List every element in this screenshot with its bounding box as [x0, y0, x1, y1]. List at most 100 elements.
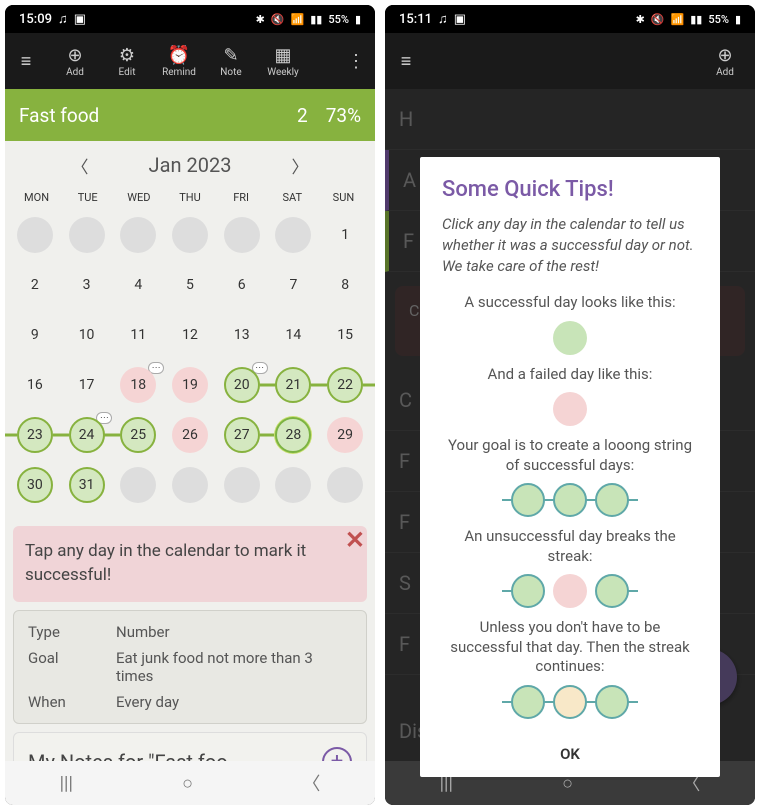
calendar-day: [114, 214, 162, 256]
add-button[interactable]: ⊕ Add: [51, 45, 99, 78]
calendar-day: [270, 464, 318, 506]
status-bar: 15:09 ♫ ▣ ✱ 🔇 📶 ▮▮ 55% ▮: [5, 5, 375, 33]
weekly-button[interactable]: ▦ Weekly: [259, 45, 307, 78]
weekday-label: MON: [11, 191, 62, 204]
toolbar-label: Weekly: [267, 67, 299, 78]
modal-title: Some Quick Tips!: [442, 177, 698, 202]
success-dot-icon: [511, 574, 545, 608]
modal-text: Unless you don't have to be successful t…: [442, 618, 698, 677]
remind-button[interactable]: ⏰ Remind: [155, 45, 203, 78]
close-icon[interactable]: ✕: [345, 524, 365, 558]
notes-card[interactable]: My Notes for "Fast foo... +: [13, 732, 367, 761]
add-button[interactable]: ⊕ Add: [701, 45, 749, 78]
calendar-day[interactable]: 6: [218, 264, 266, 306]
menu-icon[interactable]: ≡: [11, 51, 41, 72]
bluetooth-icon: ✱: [256, 13, 265, 26]
bluetooth-icon: ✱: [636, 13, 645, 26]
toolbar-label: Add: [716, 67, 734, 78]
calendar-day[interactable]: 4: [114, 264, 162, 306]
recent-apps-button[interactable]: |||: [60, 773, 73, 794]
calendar-day[interactable]: 30: [11, 464, 59, 506]
demo-break: [442, 574, 698, 608]
calendar-day[interactable]: 7: [270, 264, 318, 306]
info-when-label: When: [28, 693, 116, 711]
fail-dot-icon: [553, 574, 587, 608]
plus-circle-icon: ⊕: [717, 45, 732, 67]
calendar-day[interactable]: 11: [114, 314, 162, 356]
calendar-day[interactable]: 20: [218, 364, 266, 406]
fail-dot-icon: [553, 392, 587, 426]
next-month-button[interactable]: 〉: [291, 153, 308, 178]
habit-percent: 73%: [326, 104, 361, 127]
app-toolbar: ≡ ⊕ Add: [385, 33, 755, 89]
calendar-day[interactable]: 18: [114, 364, 162, 406]
calendar-day[interactable]: 23: [11, 414, 59, 456]
battery-text: 55%: [328, 13, 349, 26]
demo-fail: [442, 392, 698, 426]
menu-icon[interactable]: ≡: [391, 51, 421, 72]
calendar-day[interactable]: 12: [166, 314, 214, 356]
calendar-day[interactable]: 19: [166, 364, 214, 406]
calendar-day[interactable]: 9: [11, 314, 59, 356]
gear-icon: ⚙: [119, 45, 135, 67]
note-button[interactable]: ✎ Note: [207, 45, 255, 78]
notes-title: My Notes for "Fast foo...: [28, 750, 322, 761]
phone-screen-2: 15:11 ♫ ▣ ✱ 🔇 📶 ▮▮ 55% ▮ ≡ ⊕ Add H A F C…: [385, 5, 755, 805]
status-icon: ♫: [58, 11, 68, 27]
edit-button[interactable]: ⚙ Edit: [103, 45, 151, 78]
calendar-day[interactable]: 14: [270, 314, 318, 356]
calendar-day[interactable]: 3: [63, 264, 111, 306]
calendar-day[interactable]: 31: [63, 464, 111, 506]
calendar-day[interactable]: 17: [63, 364, 111, 406]
habit-header[interactable]: Fast food 2 73%: [5, 89, 375, 141]
skip-dot-icon: [553, 685, 587, 719]
modal-backdrop[interactable]: Some Quick Tips! Click any day in the ca…: [385, 89, 755, 761]
calendar-day[interactable]: 15: [321, 314, 369, 356]
add-note-button[interactable]: +: [322, 747, 352, 761]
calendar-day[interactable]: 16: [11, 364, 59, 406]
battery-icon: ▮: [355, 13, 361, 26]
signal-icon: ▮▮: [690, 13, 702, 26]
calendar-day[interactable]: 26: [166, 414, 214, 456]
calendar-day[interactable]: 24: [63, 414, 111, 456]
modal-text: And a failed day like this:: [442, 365, 698, 385]
calendar-day: [321, 464, 369, 506]
calendar-day[interactable]: 13: [218, 314, 266, 356]
calendar-day[interactable]: 27: [218, 414, 266, 456]
modal-text: Your goal is to create a looong string o…: [442, 436, 698, 475]
calendar-day: [11, 214, 59, 256]
calendar-day[interactable]: 28: [270, 414, 318, 456]
toolbar-label: Add: [66, 67, 84, 78]
toolbar-label: Note: [220, 67, 241, 78]
more-button[interactable]: ⋮: [343, 51, 369, 72]
calendar-day[interactable]: 5: [166, 264, 214, 306]
calendar-day[interactable]: 8: [321, 264, 369, 306]
modal-text: A successful day looks like this:: [442, 293, 698, 313]
prev-month-button[interactable]: 〈: [72, 153, 89, 178]
calendar-day[interactable]: 10: [63, 314, 111, 356]
calendar-day[interactable]: 25: [114, 414, 162, 456]
wifi-icon: 📶: [671, 13, 685, 26]
success-dot-icon: [511, 483, 545, 517]
mute-icon: 🔇: [651, 13, 665, 26]
app-toolbar: ≡ ⊕ Add ⚙ Edit ⏰ Remind ✎ Note ▦ Weekly: [5, 33, 375, 89]
month-navigation: 〈 Jan 2023 〉: [5, 141, 375, 189]
main-content-dimmed: H A F C ha to CFFSF Disclaimer + Some Qu…: [385, 89, 755, 761]
phone-screen-1: 15:09 ♫ ▣ ✱ 🔇 📶 ▮▮ 55% ▮ ≡ ⊕ Add ⚙ Edit …: [5, 5, 375, 805]
calendar-day[interactable]: 1: [321, 214, 369, 256]
calendar-day[interactable]: 21: [270, 364, 318, 406]
status-time: 15:09: [19, 12, 52, 27]
calendar-icon: ▦: [274, 45, 291, 67]
weekday-label: WED: [113, 191, 164, 204]
home-button[interactable]: ○: [182, 773, 193, 794]
calendar-day[interactable]: 22: [321, 364, 369, 406]
ok-button[interactable]: OK: [442, 729, 698, 767]
calendar-day[interactable]: 2: [11, 264, 59, 306]
status-bar: 15:11 ♫ ▣ ✱ 🔇 📶 ▮▮ 55% ▮: [385, 5, 755, 33]
back-button[interactable]: 〈: [302, 770, 320, 796]
calendar-day[interactable]: 29: [321, 414, 369, 456]
info-when-value: Every day: [116, 693, 352, 711]
habit-count: 2: [297, 104, 308, 127]
calendar-grid: 1234567891011121314151617181920212223242…: [5, 210, 375, 518]
success-dot-icon: [595, 574, 629, 608]
